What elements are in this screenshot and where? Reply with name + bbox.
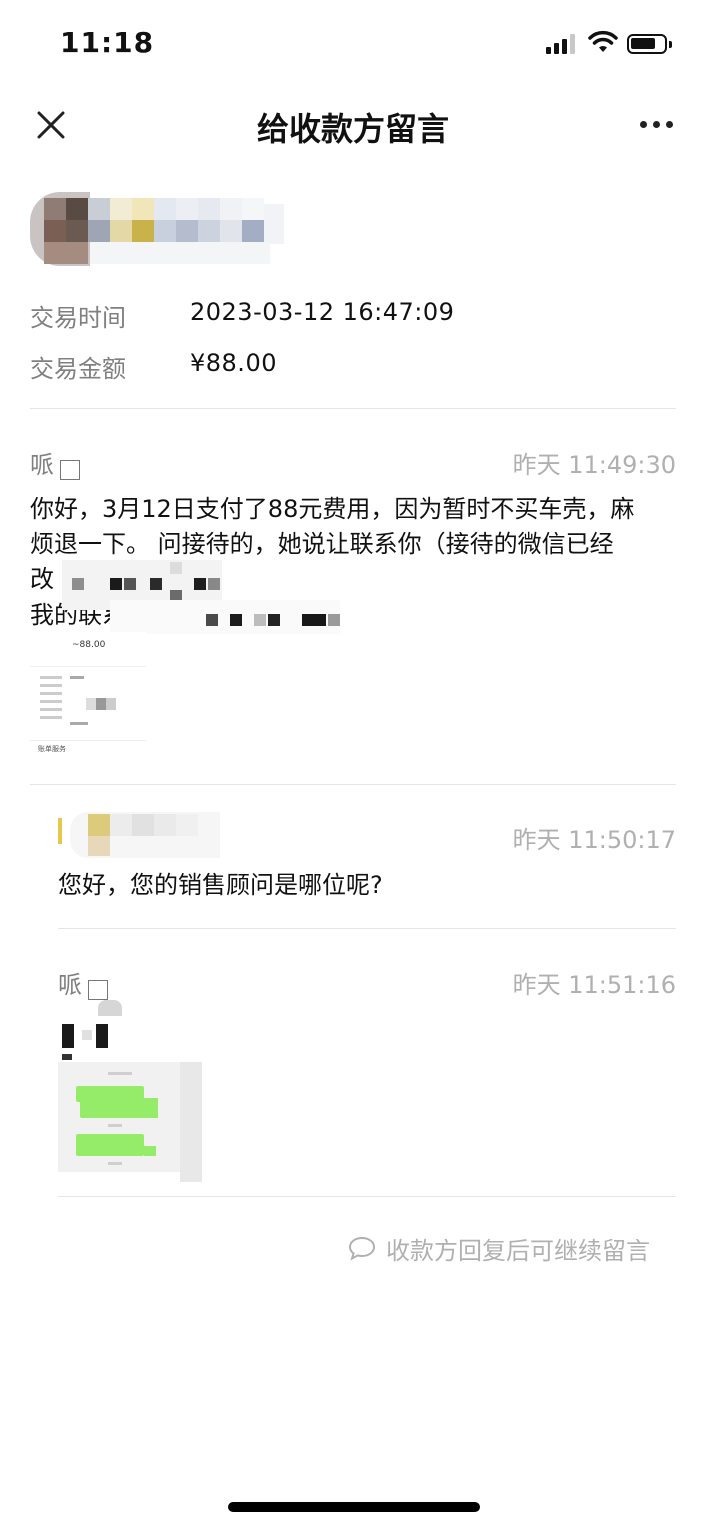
message-line: 改 <box>30 565 54 593</box>
transaction-amount-label: 交易金额 <box>30 355 126 383</box>
emoji-placeholder-icon <box>88 980 108 1000</box>
reply-hint: 收款方回复后可继续留言 <box>348 1232 650 1265</box>
message-timestamp: 昨天 11:50:17 <box>512 826 676 854</box>
status-time: 11:18 <box>60 26 155 59</box>
thumbnail-footer: 账单服务 <box>38 745 66 753</box>
message-timestamp: 昨天 11:51:16 <box>512 971 676 999</box>
message-timestamp: 昨天 11:49:30 <box>512 451 676 479</box>
divider <box>58 928 676 929</box>
reply-accent-bar <box>58 818 62 844</box>
reply-hint-text: 收款方回复后可继续留言 <box>386 1236 650 1265</box>
payee-name-blurred <box>70 812 220 858</box>
message-line: 你好，3月12日支付了88元费用，因为暂时不买车壳，麻 <box>30 495 635 523</box>
divider <box>30 784 676 785</box>
message-sender: 哌 <box>58 971 82 999</box>
chat-screenshot-thumbnail[interactable] <box>58 1000 202 1200</box>
emoji-placeholder-icon <box>60 460 80 480</box>
page-title: 给收款方留言 <box>256 110 449 148</box>
home-indicator[interactable] <box>228 1502 480 1512</box>
transaction-time-label: 交易时间 <box>30 304 126 332</box>
message-sender: 哌 <box>30 451 54 479</box>
more-options-icon[interactable] <box>634 116 678 132</box>
redacted-contact-mosaic <box>110 600 340 634</box>
transaction-time-value: 2023-03-12 16:47:09 <box>190 298 455 326</box>
battery-icon <box>627 34 672 54</box>
cellular-signal-icon <box>546 34 578 54</box>
divider <box>58 1196 676 1197</box>
transaction-amount-value: ¥88.00 <box>190 349 277 377</box>
wifi-icon <box>588 30 618 52</box>
payment-screenshot-thumbnail[interactable]: ~88.00 账单服务 <box>30 632 146 758</box>
chat-bubble-icon <box>348 1236 376 1261</box>
divider <box>30 408 676 409</box>
thumbnail-amount: ~88.00 <box>72 640 106 650</box>
reply-message-text: 您好，您的销售顾问是哪位呢? <box>58 871 383 899</box>
message-line: 烦退一下。 问接待的，她说让联系你（接待的微信已经 <box>30 530 614 558</box>
payee-avatar-blurred <box>30 192 285 268</box>
